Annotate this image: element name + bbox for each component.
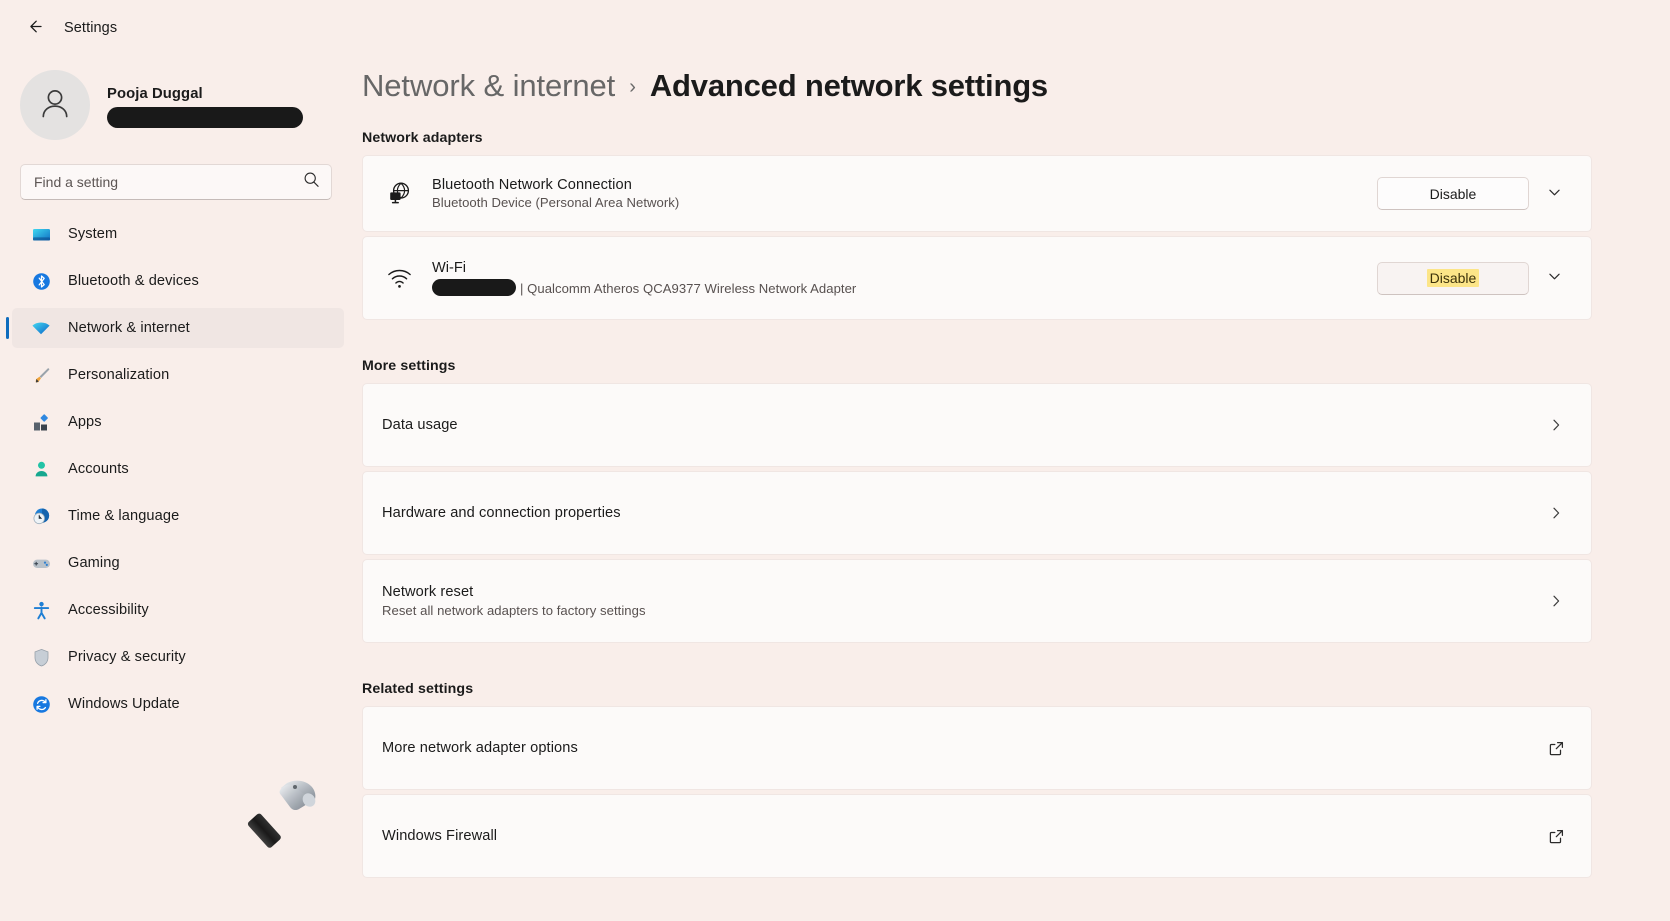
account-block[interactable]: Pooja Duggal: [0, 56, 352, 142]
sidebar-item-label: Privacy & security: [68, 649, 186, 665]
network-adapters-list: Bluetooth Network Connection Bluetooth D…: [362, 155, 1592, 320]
section-title-more-settings: More settings: [362, 358, 456, 374]
hammer-icon: [243, 767, 329, 853]
bluetooth-network-icon: [382, 180, 416, 207]
wifi-signal-icon: [382, 265, 416, 292]
search-icon[interactable]: [303, 171, 320, 193]
expand-adapter-button[interactable]: [1537, 261, 1571, 295]
more-settings-list: Data usage Hardware and connection prope…: [362, 383, 1592, 643]
adapter-name: Bluetooth Network Connection: [432, 177, 632, 193]
adapter-row-wifi[interactable]: Wi-Fi | Qualcomm Atheros QCA9377 Wireles…: [362, 236, 1592, 320]
sidebar-item-label: System: [68, 226, 118, 242]
monitor-icon: [30, 223, 52, 245]
breadcrumb: Network & internet › Advanced network se…: [362, 56, 1592, 104]
main-content: Network & internet › Advanced network se…: [352, 0, 1670, 921]
avatar[interactable]: [20, 70, 90, 140]
back-button[interactable]: [14, 11, 54, 45]
settings-window: Settings Pooja Duggal Find a setting Sys…: [0, 0, 1670, 921]
section-title-related-settings: Related settings: [362, 681, 474, 697]
adapter-description: | Qualcomm Atheros QCA9377 Wireless Netw…: [520, 281, 857, 296]
sidebar-item-label: Windows Update: [68, 696, 180, 712]
adapter-description: Bluetooth Device (Personal Area Network): [432, 195, 680, 210]
apps-icon: [30, 411, 52, 433]
sidebar: Pooja Duggal Find a setting System Bluet…: [0, 0, 352, 921]
row-subtitle: Reset all network adapters to factory se…: [382, 603, 646, 618]
gamepad-icon: [30, 552, 52, 574]
chevron-right-icon[interactable]: [1541, 505, 1571, 521]
row-title: Hardware and connection properties: [382, 505, 621, 521]
sidebar-item-bluetooth-devices[interactable]: Bluetooth & devices: [12, 261, 344, 301]
external-link-icon[interactable]: [1541, 740, 1571, 757]
chevron-down-icon: [1546, 184, 1563, 204]
sidebar-item-personalization[interactable]: Personalization: [12, 355, 344, 395]
sidebar-item-label: Gaming: [68, 555, 120, 571]
sidebar-item-label: Personalization: [68, 367, 170, 383]
row-title: Data usage: [382, 417, 458, 433]
ssid-redaction: [432, 279, 516, 296]
refresh-icon: [30, 693, 52, 715]
shield-icon: [30, 646, 52, 668]
sidebar-item-windows-update[interactable]: Windows Update: [12, 684, 344, 724]
related-settings-list: More network adapter options Windows Fir…: [362, 706, 1592, 878]
person-avatar-icon: [33, 81, 77, 130]
arrow-left-icon: [24, 16, 45, 40]
window-title: Settings: [64, 20, 118, 36]
sidebar-item-label: Apps: [68, 414, 102, 430]
sidebar-item-label: Accessibility: [68, 602, 149, 618]
wifi-icon: [30, 317, 52, 339]
title-bar: Settings: [0, 0, 1670, 56]
settings-row-network-reset[interactable]: Network reset Reset all network adapters…: [362, 559, 1592, 643]
expand-adapter-button[interactable]: [1537, 177, 1571, 211]
chevron-right-icon: ›: [629, 76, 636, 98]
accessibility-icon: [30, 599, 52, 621]
breadcrumb-parent[interactable]: Network & internet: [362, 68, 615, 104]
account-name: Pooja Duggal: [107, 86, 203, 102]
disable-button[interactable]: Disable: [1377, 261, 1529, 295]
section-title-network-adapters: Network adapters: [362, 130, 483, 146]
disable-button[interactable]: Disable: [1377, 177, 1529, 210]
sidebar-item-label: Time & language: [68, 508, 180, 524]
chevron-right-icon[interactable]: [1541, 417, 1571, 433]
sidebar-item-accounts[interactable]: Accounts: [12, 449, 344, 489]
sidebar-item-system[interactable]: System: [12, 214, 344, 254]
clock-globe-icon: [30, 505, 52, 527]
sidebar-item-apps[interactable]: Apps: [12, 402, 344, 442]
disable-button-label: Disable: [1429, 185, 1477, 202]
adapter-name: Wi-Fi: [432, 260, 467, 276]
settings-row-hardware-connection-properties[interactable]: Hardware and connection properties: [362, 471, 1592, 555]
sidebar-item-time-language[interactable]: Time & language: [12, 496, 344, 536]
sidebar-item-label: Accounts: [68, 461, 129, 477]
sidebar-nav: System Bluetooth & devices Network & int…: [0, 214, 352, 724]
row-title: Windows Firewall: [382, 828, 498, 844]
search-box[interactable]: [20, 164, 332, 200]
sidebar-item-privacy-security[interactable]: Privacy & security: [12, 637, 344, 677]
chevron-right-icon[interactable]: [1541, 593, 1571, 609]
account-email-redaction: [107, 107, 303, 128]
bluetooth-icon: [30, 270, 52, 292]
external-link-icon[interactable]: [1541, 828, 1571, 845]
chevron-down-icon: [1546, 268, 1563, 288]
settings-row-windows-firewall[interactable]: Windows Firewall: [362, 794, 1592, 878]
search-input[interactable]: [34, 174, 295, 190]
settings-row-more-network-adapter-options[interactable]: More network adapter options: [362, 706, 1592, 790]
adapter-description-line: | Qualcomm Atheros QCA9377 Wireless Netw…: [432, 276, 1377, 296]
sidebar-item-gaming[interactable]: Gaming: [12, 543, 344, 583]
settings-row-data-usage[interactable]: Data usage: [362, 383, 1592, 467]
adapter-row-bluetooth[interactable]: Bluetooth Network Connection Bluetooth D…: [362, 155, 1592, 232]
page-title: Advanced network settings: [649, 68, 1048, 103]
person-icon: [30, 458, 52, 480]
disable-button-label: Disable: [1426, 269, 1480, 287]
paintbrush-icon: [30, 364, 52, 386]
row-title: More network adapter options: [382, 740, 578, 756]
sidebar-item-label: Bluetooth & devices: [68, 273, 199, 289]
sidebar-item-network-internet[interactable]: Network & internet: [6, 308, 344, 348]
row-title: Network reset: [382, 584, 474, 600]
sidebar-item-label: Network & internet: [68, 320, 190, 336]
sidebar-item-accessibility[interactable]: Accessibility: [12, 590, 344, 630]
